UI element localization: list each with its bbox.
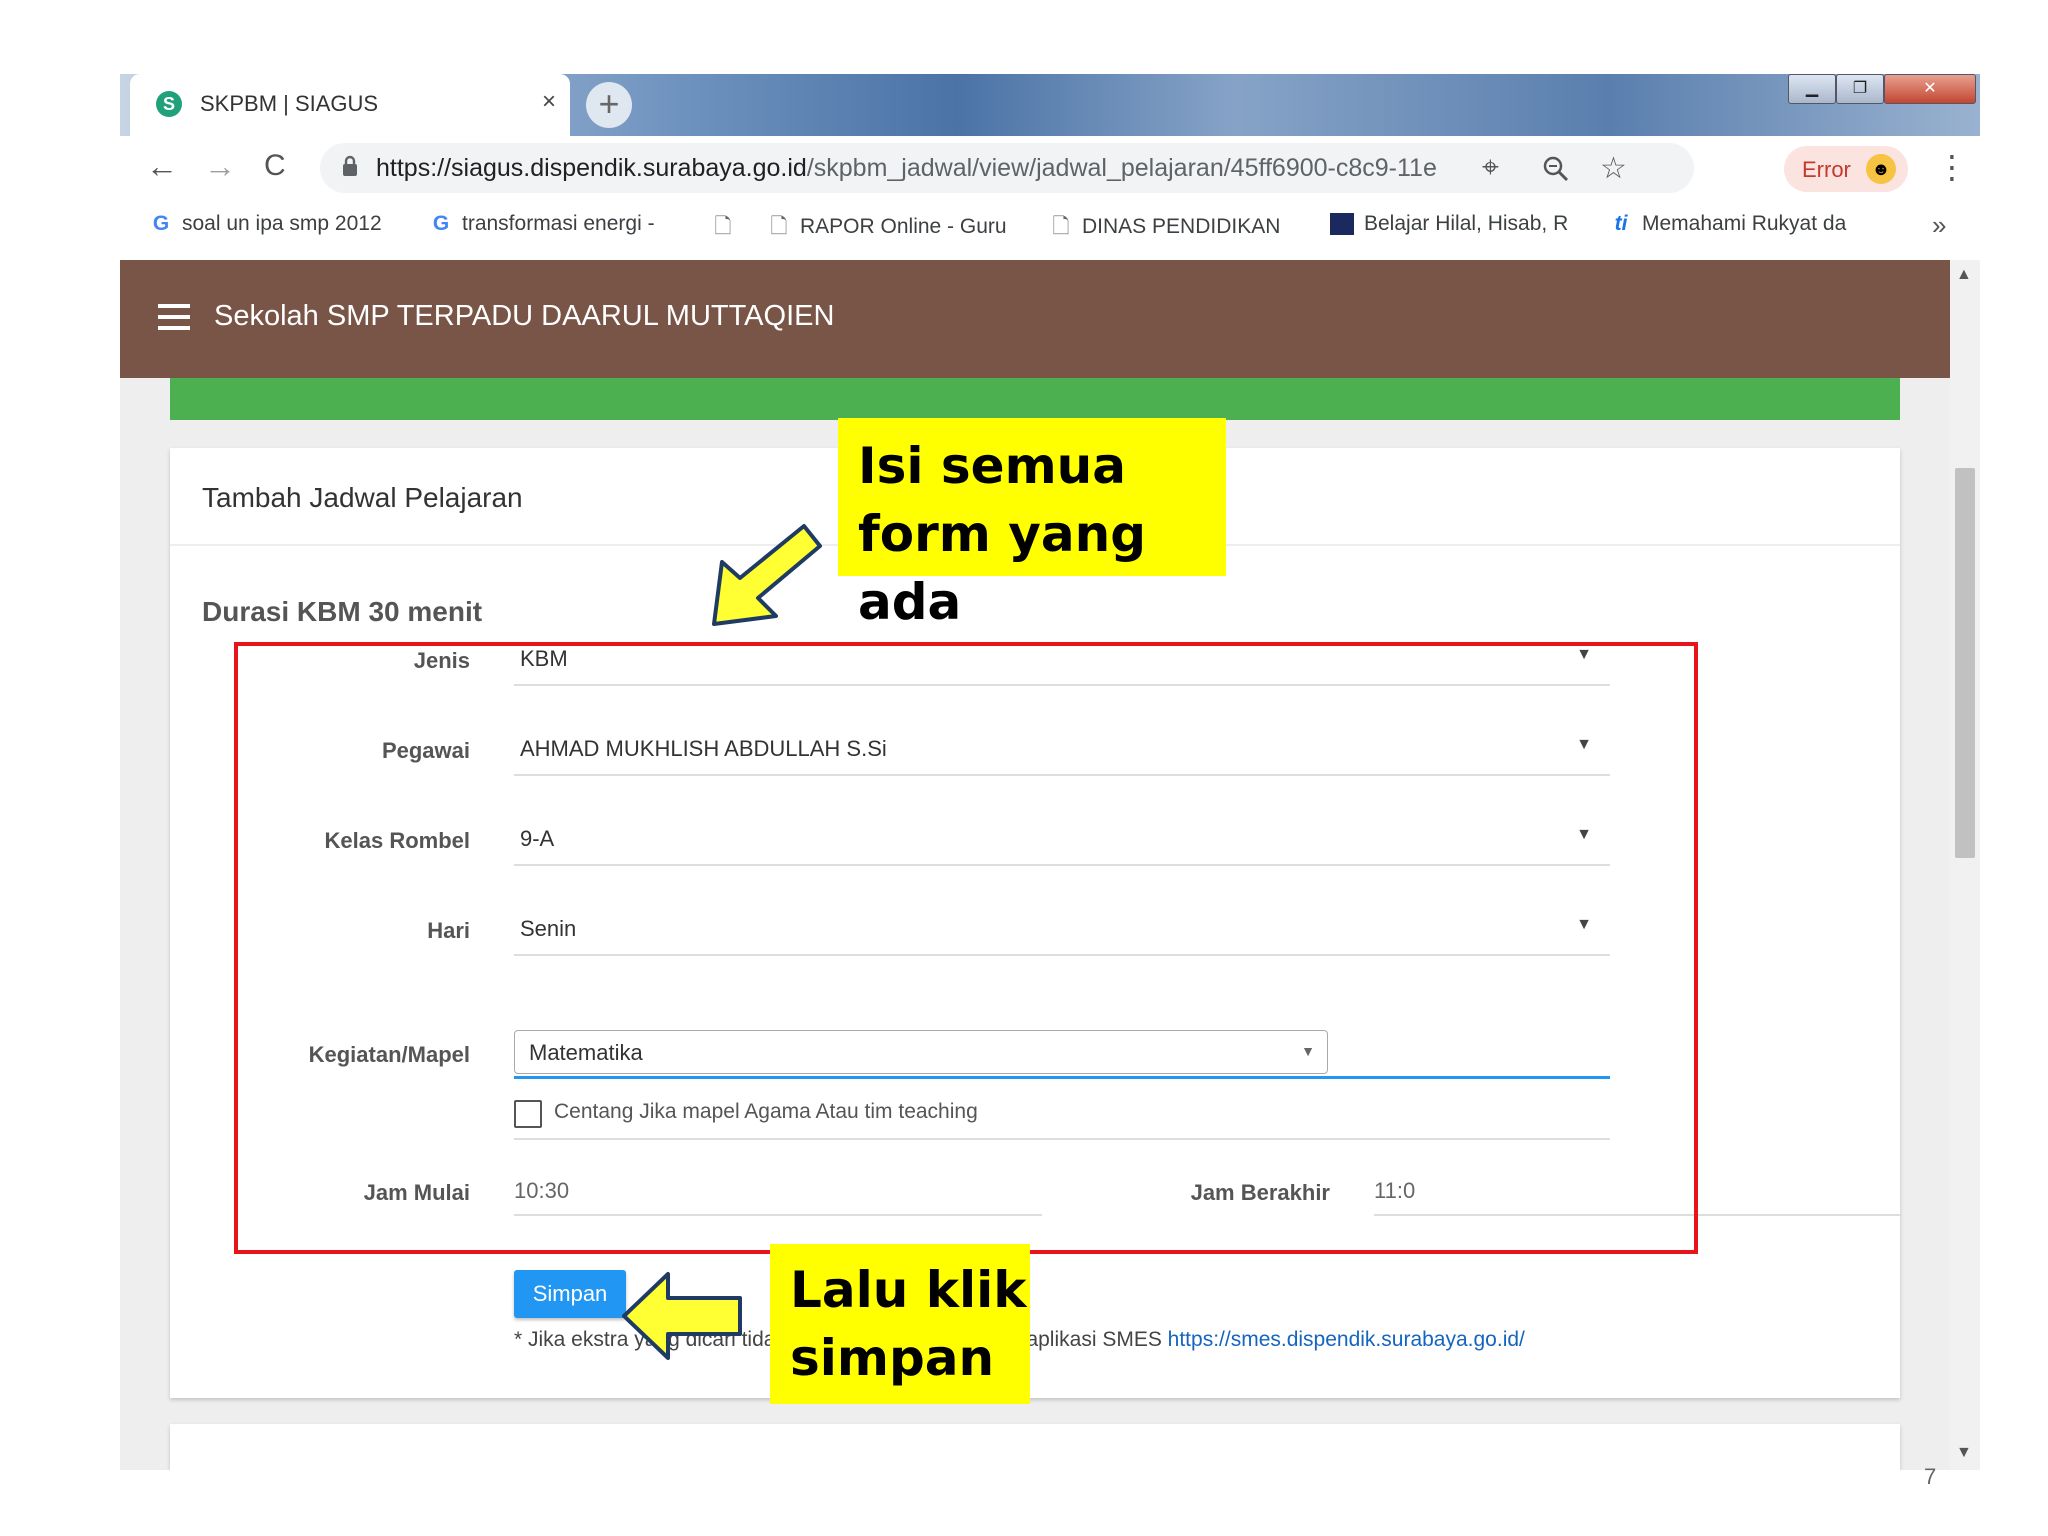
callout-line: Lalu klik <box>790 1261 1027 1319</box>
back-button[interactable]: ← <box>146 150 178 182</box>
page-icon: 🗋 <box>714 215 732 238</box>
bookmark-item[interactable]: Gtransformasi energi - <box>430 212 680 236</box>
next-card <box>170 1424 1900 1470</box>
window-controls: ▁ ❐ ✕ <box>1788 74 1978 104</box>
arrow-down-left-icon <box>712 524 822 626</box>
callout-line: Isi semua <box>858 437 1127 495</box>
page-icon: 🗋 <box>1052 215 1070 238</box>
browser-menu-icon[interactable]: ⋮ <box>1936 148 1968 186</box>
bookmark-item[interactable]: 🗋 <box>712 212 752 247</box>
smes-link[interactable]: https://smes.dispendik.surabaya.go.id/ <box>1168 1328 1525 1351</box>
tab-strip: S SKPBM | SIAGUS × + ▁ ❐ ✕ <box>120 74 1980 136</box>
scroll-up-icon[interactable]: ▲ <box>1956 266 1972 284</box>
error-label: Error <box>1802 157 1851 182</box>
school-name: Sekolah SMP TERPADU DAARUL MUTTAQIEN <box>214 300 835 332</box>
minimize-button[interactable]: ▁ <box>1788 74 1836 104</box>
google-icon: G <box>152 212 170 235</box>
bookmark-star-icon[interactable]: ☆ <box>1600 151 1627 186</box>
bookmark-item[interactable]: 🗋 RAPOR Online - Guru <box>768 212 1028 247</box>
callout-line: form yang ada <box>858 505 1146 631</box>
page-scrollbar[interactable]: ▲ ▼ <box>1950 260 1980 1470</box>
siagus-favicon-icon: S <box>156 91 182 117</box>
url-host: https://siagus.dispendik.surabaya.go.id <box>376 154 807 182</box>
slide-number: 7 <box>1924 1464 1937 1489</box>
lock-icon <box>343 155 357 176</box>
form-highlight-box <box>234 642 1698 1254</box>
maximize-button[interactable]: ❐ <box>1836 74 1884 104</box>
bookmark-item[interactable]: 🗋 DINAS PENDIDIKAN <box>1050 212 1300 247</box>
callout-click-save: Lalu klik simpan <box>770 1244 1030 1404</box>
callout-fill-form: Isi semua form yang ada <box>838 418 1226 631</box>
save-button[interactable]: Simpan <box>514 1270 626 1318</box>
flag-icon <box>1330 213 1354 236</box>
location-target-icon[interactable]: ⌖ <box>1482 151 1499 185</box>
url-path: /skpbm_jadwal/view/jadwal_pelajaran/45ff… <box>806 154 1436 182</box>
card-title: Tambah Jadwal Pelajaran <box>202 482 523 513</box>
bookmark-item[interactable]: ti Memahami Rukyat da <box>1610 212 1860 236</box>
bookmark-item[interactable]: Gsoal un ipa smp 2012 <box>150 212 390 236</box>
close-window-button[interactable]: ✕ <box>1884 74 1976 104</box>
forward-button[interactable]: → <box>204 150 236 182</box>
callout-line: simpan <box>790 1329 995 1387</box>
url-text[interactable]: https://siagus.dispendik.surabaya.go.id/… <box>376 154 1436 183</box>
profile-error-button[interactable]: Error ☻ <box>1784 146 1908 192</box>
app-bar: Sekolah SMP TERPADU DAARUL MUTTAQIEN <box>120 260 1950 378</box>
tab-title: SKPBM | SIAGUS <box>200 91 379 116</box>
page-icon: 🗋 <box>770 215 788 238</box>
scroll-thumb[interactable] <box>1955 468 1975 858</box>
avatar-emoji-icon: ☻ <box>1866 154 1896 184</box>
browser-toolbar: ← → C https://siagus.dispendik.surabaya.… <box>120 136 1980 200</box>
bookmarks-more-icon[interactable]: » <box>1932 210 1946 241</box>
hamburger-menu-icon[interactable] <box>158 304 190 330</box>
tab-close-icon[interactable]: × <box>542 88 556 116</box>
tab-skpbm[interactable]: S SKPBM | SIAGUS × <box>130 74 570 136</box>
address-bar[interactable]: https://siagus.dispendik.surabaya.go.id/… <box>320 143 1694 193</box>
scroll-down-icon[interactable]: ▼ <box>1956 1444 1972 1462</box>
new-tab-button[interactable]: + <box>586 82 632 128</box>
zoom-icon[interactable] <box>1542 155 1570 183</box>
bookmarks-bar: Gsoal un ipa smp 2012 Gtransformasi ener… <box>120 200 1980 250</box>
reload-button[interactable]: C <box>264 150 286 182</box>
section-heading: Durasi KBM 30 menit <box>202 596 483 627</box>
bookmark-item[interactable]: Belajar Hilal, Hisab, R <box>1330 212 1580 236</box>
arrow-left-icon <box>622 1272 742 1360</box>
status-banner <box>170 378 1900 420</box>
ti-icon: ti <box>1614 212 1628 235</box>
google-icon: G <box>432 212 450 235</box>
